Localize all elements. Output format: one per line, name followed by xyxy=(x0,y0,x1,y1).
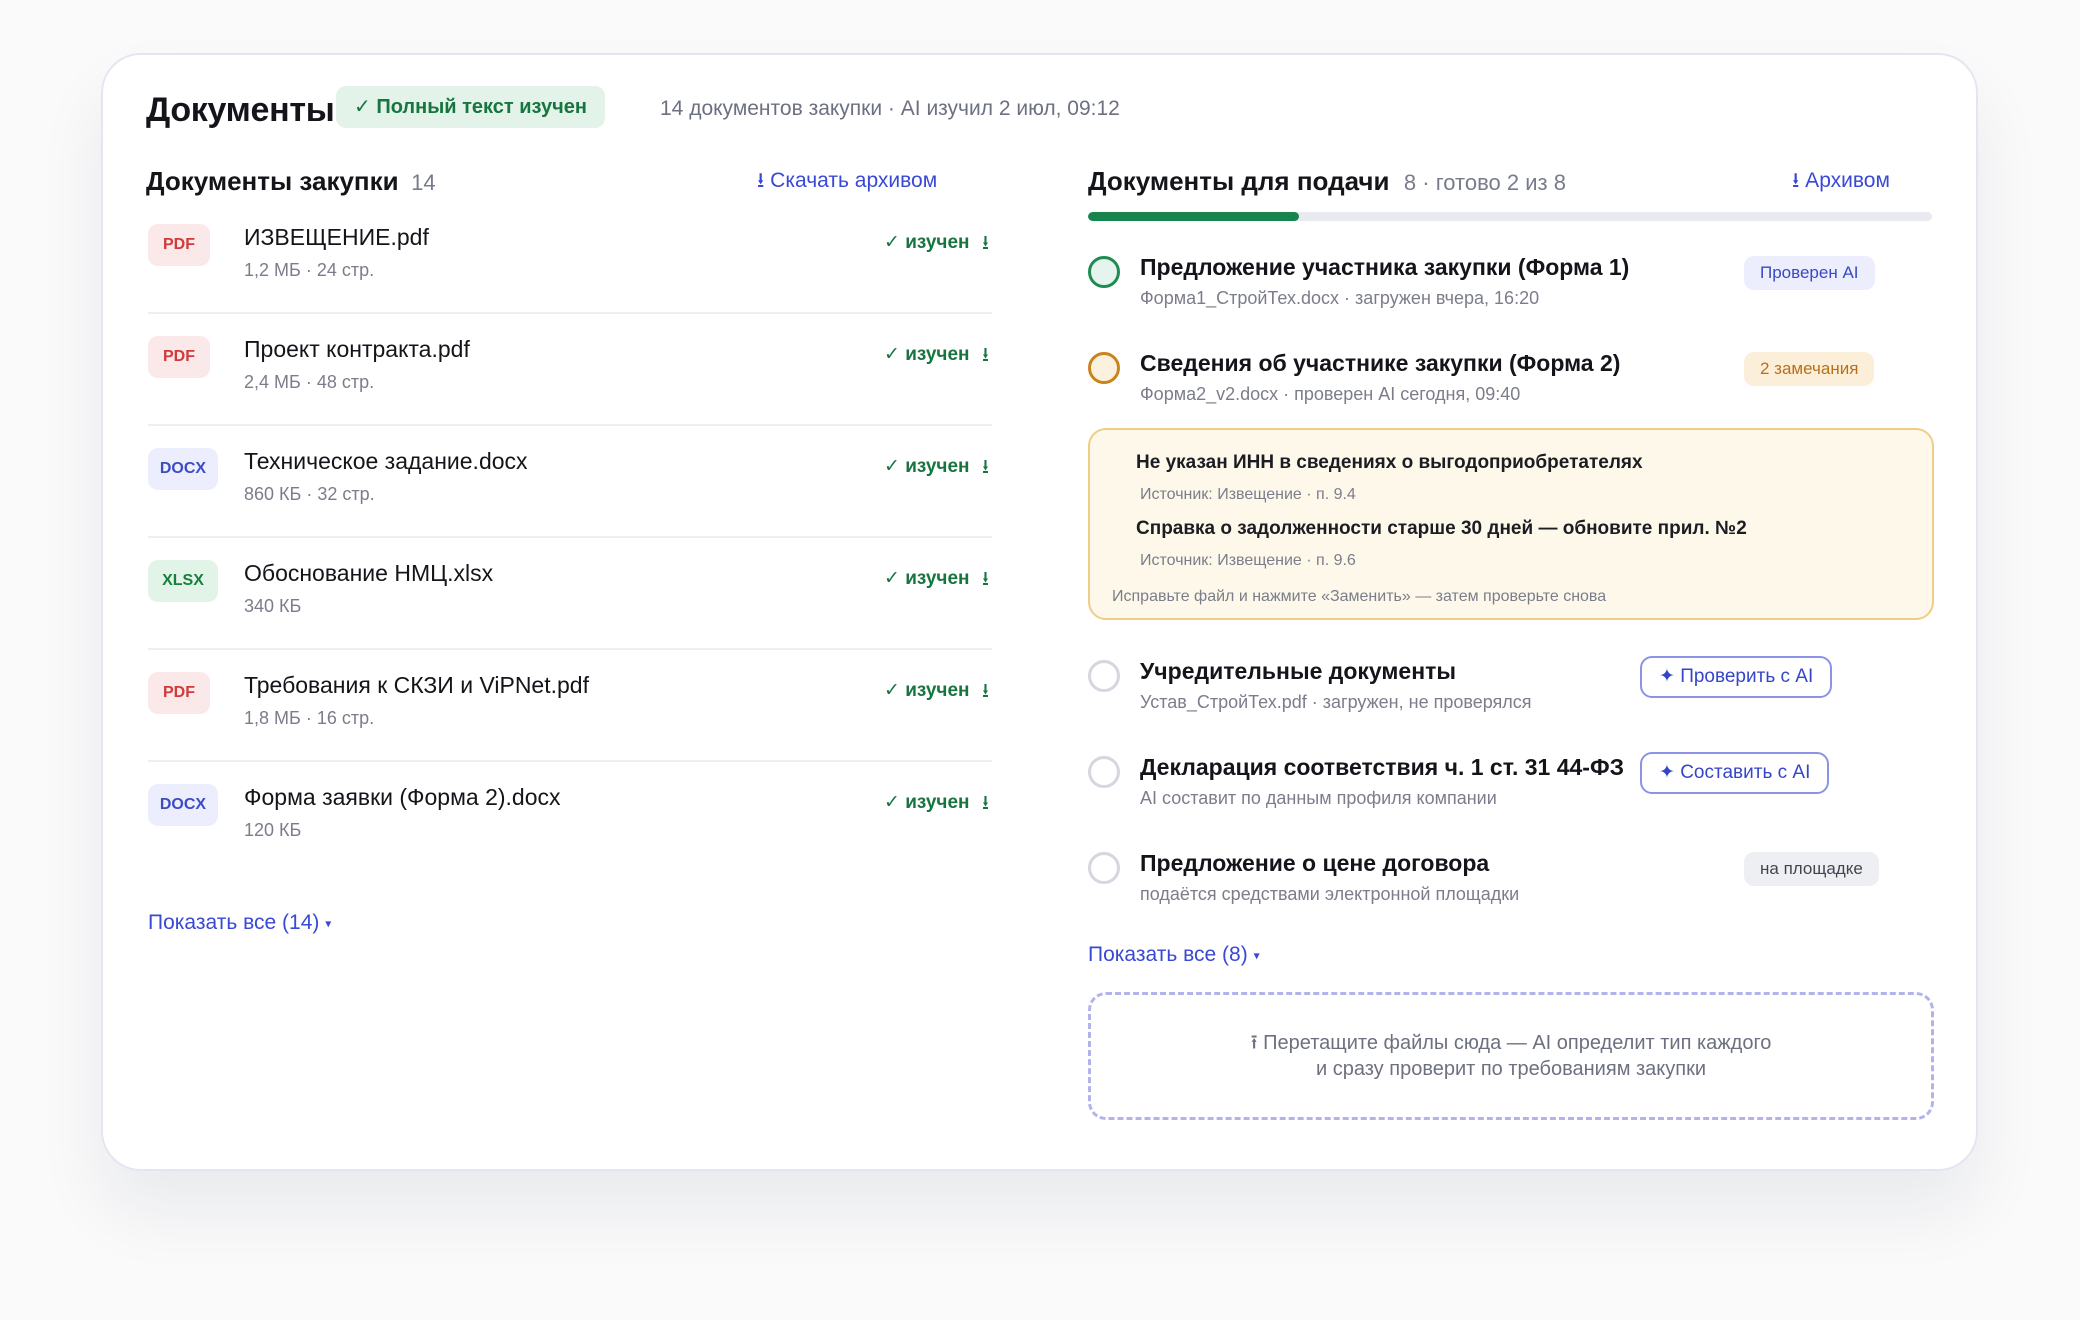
file-name[interactable]: Проект контракта.pdf xyxy=(244,334,470,364)
page-title: Документы xyxy=(146,91,335,129)
issue-source: Источник: Извещение · п. 9.4 xyxy=(1140,486,1356,503)
issues-hint: Исправьте файл и нажмите «Заменить» — за… xyxy=(1112,588,1607,605)
file-type-badge: PDF xyxy=(148,336,210,378)
download-icon[interactable]: ⭳ xyxy=(982,342,989,368)
download-archive-link[interactable]: ⭳ Скачать архивом xyxy=(757,166,937,196)
file-meta: 1,2 МБ · 24 стр. xyxy=(244,260,375,280)
submission-count: 8 · готово 2 из 8 xyxy=(1403,170,1566,195)
check-with-ai-button[interactable]: ✦ Проверить с AI xyxy=(1640,656,1833,698)
status-tag: Проверен AI xyxy=(1744,256,1875,290)
caret-down-icon: ▾ xyxy=(1253,948,1260,963)
item-subtitle: Форма1_СтройТех.docx · загружен вчера, 1… xyxy=(1140,288,1540,308)
dropzone-text-line1: ⭱ Перетащите файлы сюда — AI определит т… xyxy=(1250,1032,1772,1054)
show-all-procurement-link[interactable]: Показать все (14) ▾ xyxy=(148,909,331,937)
studied-status: ✓ изучен xyxy=(884,232,970,253)
studied-status: ✓ изучен xyxy=(884,792,970,813)
status-warning-icon[interactable] xyxy=(1088,352,1120,384)
status-tag: на площадке xyxy=(1744,852,1879,886)
file-meta: 860 КБ · 32 стр. xyxy=(244,484,375,504)
caret-down-icon: ▾ xyxy=(325,916,332,931)
procurement-section-title: Документы закупки xyxy=(146,166,399,196)
header-meta: 14 документов закупки · AI изучил 2 июл,… xyxy=(660,97,1120,120)
file-type-badge: XLSX xyxy=(148,560,218,602)
download-icon[interactable]: ⭳ xyxy=(982,454,989,480)
submission-section-header: Документы для подачи 8 · готово 2 из 8 xyxy=(1088,164,1566,200)
progress-fill xyxy=(1088,212,1299,221)
studied-status: ✓ изучен xyxy=(884,568,970,589)
row-divider xyxy=(148,760,992,762)
file-name[interactable]: Обоснование НМЦ.xlsx xyxy=(244,558,493,588)
item-title: Декларация соответствия ч. 1 ст. 31 44-Ф… xyxy=(1140,754,1624,780)
studied-status: ✓ изучен xyxy=(884,456,970,477)
issue-source: Источник: Извещение · п. 9.6 xyxy=(1140,552,1356,569)
file-type-badge: PDF xyxy=(148,224,210,266)
file-type-badge: PDF xyxy=(148,672,210,714)
item-title: Предложение участника закупки (Форма 1) xyxy=(1140,254,1630,280)
procurement-count: 14 xyxy=(411,170,436,195)
file-meta: 120 КБ xyxy=(244,820,302,840)
file-name[interactable]: Требования к СКЗИ и ViPNet.pdf xyxy=(244,670,589,700)
status-empty-icon[interactable] xyxy=(1088,660,1120,692)
row-divider xyxy=(148,424,992,426)
item-title: Предложение о цене договора xyxy=(1140,850,1490,876)
file-meta: 1,8 МБ · 16 стр. xyxy=(244,708,375,728)
status-done-icon[interactable] xyxy=(1088,256,1120,288)
download-icon[interactable]: ⭳ xyxy=(982,790,989,816)
file-meta: 340 КБ xyxy=(244,596,302,616)
compose-with-ai-button[interactable]: ✦ Составить с AI xyxy=(1640,752,1830,794)
file-type-badge: DOCX xyxy=(148,448,218,490)
file-name[interactable]: ИЗВЕЩЕНИЕ.pdf xyxy=(244,222,429,252)
issue-title: Не указан ИНН в сведениях о выгодоприобр… xyxy=(1136,452,1643,473)
item-title: Сведения об участнике закупки (Форма 2) xyxy=(1140,350,1621,376)
dropzone-text-line2: и сразу проверит по требованиям закупки xyxy=(1315,1058,1707,1080)
procurement-section-header: Документы закупки 14 xyxy=(146,164,436,200)
show-all-submission-link[interactable]: Показать все (8) ▾ xyxy=(1088,941,1260,969)
download-icon[interactable]: ⭳ xyxy=(982,566,989,592)
issues-panel: Не указан ИНН в сведениях о выгодоприобр… xyxy=(1088,428,1934,620)
row-divider xyxy=(148,648,992,650)
status-empty-icon[interactable] xyxy=(1088,852,1120,884)
file-type-badge: DOCX xyxy=(148,784,218,826)
show-all-label: Показать все (14) xyxy=(148,911,320,934)
item-title: Учредительные документы xyxy=(1140,658,1457,684)
show-all-label: Показать все (8) xyxy=(1088,943,1248,966)
item-subtitle: Форма2_v2.docx · проверен AI сегодня, 09… xyxy=(1140,384,1521,404)
status-empty-icon[interactable] xyxy=(1088,756,1120,788)
file-meta: 2,4 МБ · 48 стр. xyxy=(244,372,375,392)
download-icon[interactable]: ⭳ xyxy=(982,230,989,256)
submission-section-title: Документы для подачи xyxy=(1088,166,1390,196)
row-divider xyxy=(148,536,992,538)
row-divider xyxy=(148,312,992,314)
item-subtitle: Устав_СтройТех.pdf · загружен, не провер… xyxy=(1140,692,1532,712)
issue-title: Справка о задолженности старше 30 дней —… xyxy=(1136,518,1747,539)
studied-status: ✓ изучен xyxy=(884,344,970,365)
status-badge: ✓ Полный текст изучен xyxy=(336,86,605,128)
studied-status: ✓ изучен xyxy=(884,680,970,701)
item-subtitle: подаётся средствами электронной площадки xyxy=(1140,884,1520,904)
item-subtitle: AI составит по данным профиля компании xyxy=(1140,788,1497,808)
download-icon[interactable]: ⭳ xyxy=(982,678,989,704)
status-tag: 2 замечания xyxy=(1744,352,1875,386)
file-name[interactable]: Форма заявки (Форма 2).docx xyxy=(244,782,561,812)
file-dropzone[interactable]: ⭱ Перетащите файлы сюда — AI определит т… xyxy=(1088,992,1934,1120)
submission-progress-bar xyxy=(1088,212,1932,221)
file-name[interactable]: Техническое задание.docx xyxy=(244,446,528,476)
archive-link[interactable]: ⭳ Архивом xyxy=(1792,166,1890,196)
